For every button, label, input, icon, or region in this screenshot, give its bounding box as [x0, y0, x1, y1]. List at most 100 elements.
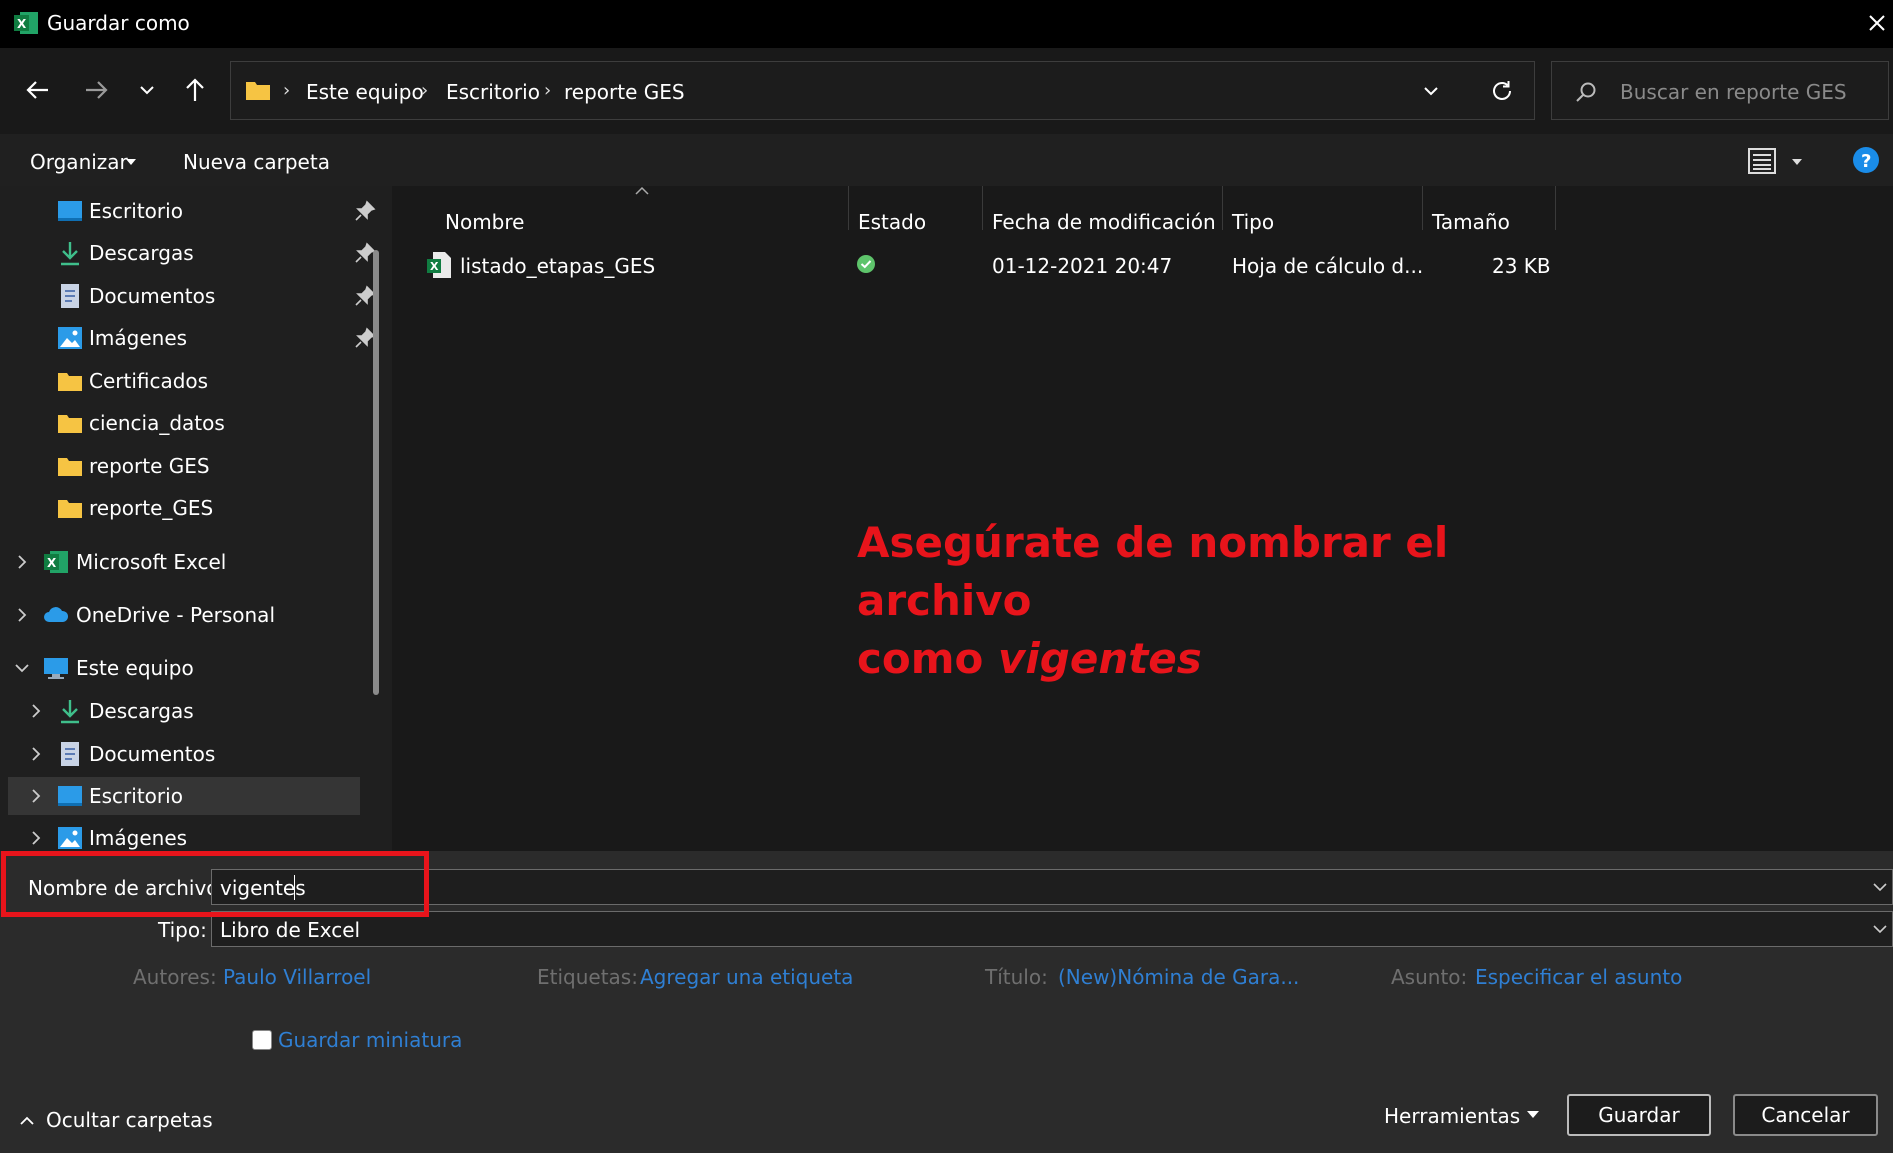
sidebar-item-escritorio[interactable]: Escritorio — [20, 192, 380, 230]
document-icon — [61, 742, 79, 766]
sidebar-item-imagenes[interactable]: Imágenes — [20, 319, 380, 357]
close-icon — [1869, 15, 1885, 31]
up-button[interactable] — [175, 70, 215, 110]
chevron-down-icon — [1873, 883, 1887, 892]
refresh-button[interactable] — [1489, 78, 1515, 104]
sidebar-item-reporte-ges-underscore[interactable]: reporte_GES — [20, 489, 380, 527]
forward-button[interactable] — [76, 70, 116, 110]
breadcrumb-reporte-ges[interactable]: reporte GES — [564, 80, 685, 104]
folder-icon — [58, 373, 82, 391]
save-thumbnail-checkbox[interactable] — [252, 1030, 272, 1050]
breadcrumb-escritorio[interactable]: Escritorio — [446, 80, 540, 104]
desktop-icon — [58, 786, 82, 806]
authors-value[interactable]: Paulo Villarroel — [223, 965, 371, 989]
sidebar-scrollbar[interactable] — [373, 250, 379, 695]
sidebar-item-pc-descargas[interactable]: Descargas — [20, 692, 380, 730]
navigation-pane[interactable]: Escritorio Descargas Documentos Imágenes… — [0, 186, 392, 851]
breadcrumb-este-equipo[interactable]: Este equipo — [306, 80, 424, 104]
caret-down-icon — [126, 159, 136, 165]
filename-field[interactable]: vigentes — [211, 869, 1893, 905]
help-button[interactable]: ? — [1852, 146, 1880, 174]
chevron-right-icon — [32, 789, 41, 803]
subject-label: Asunto: — [1391, 965, 1468, 989]
pictures-icon — [58, 327, 82, 349]
table-row[interactable]: X listado_etapas_GES 01-12-2021 20:47 Ho… — [420, 244, 1560, 286]
sidebar-item-microsoft-excel[interactable]: X Microsoft Excel — [8, 543, 368, 581]
svg-text:?: ? — [1861, 151, 1871, 172]
annotation-emphasis: vigentes — [998, 634, 1202, 683]
help-icon: ? — [1853, 147, 1879, 173]
folder-icon — [58, 415, 82, 433]
authors-label: Autores: — [133, 965, 217, 989]
chevron-right-icon — [18, 608, 27, 622]
organize-button[interactable]: Organizar — [30, 150, 128, 174]
svg-text:X: X — [17, 17, 27, 31]
file-size: 23 KB — [1492, 254, 1551, 278]
recent-locations-button[interactable] — [127, 70, 167, 110]
back-button[interactable] — [18, 70, 58, 110]
cloud-icon — [44, 607, 69, 622]
column-header-date[interactable]: Fecha de modificación — [992, 210, 1216, 234]
filename-highlight-box — [1, 851, 429, 917]
file-date: 01-12-2021 20:47 — [992, 254, 1173, 278]
title-bar — [0, 0, 1893, 48]
subject-value[interactable]: Especificar el asunto — [1475, 965, 1682, 989]
sidebar-item-este-equipo[interactable]: Este equipo — [8, 649, 368, 687]
view-options-button[interactable] — [1748, 148, 1776, 174]
annotation-line-2: como vigentes — [857, 634, 1202, 683]
arrow-right-icon — [86, 81, 108, 99]
tags-label: Etiquetas: — [537, 965, 638, 989]
save-thumbnail-label[interactable]: Guardar miniatura — [278, 1028, 462, 1052]
chevron-right-icon — [18, 555, 27, 569]
close-button[interactable] — [1862, 8, 1892, 38]
tools-button[interactable]: Herramientas — [1384, 1104, 1520, 1128]
address-history-button[interactable] — [1421, 81, 1441, 101]
sidebar-item-reporte-ges[interactable]: reporte GES — [20, 447, 380, 485]
breadcrumb-separator-icon: › — [544, 80, 552, 101]
sidebar-item-pc-documentos[interactable]: Documentos — [20, 735, 380, 773]
sidebar-item-pc-imagenes[interactable]: Imágenes — [20, 819, 380, 851]
new-folder-button[interactable]: Nueva carpeta — [183, 150, 330, 174]
sidebar-item-descargas[interactable]: Descargas — [20, 234, 380, 272]
synced-status-icon — [857, 255, 875, 273]
column-header-size[interactable]: Tamaño — [1432, 210, 1510, 234]
search-input[interactable]: Buscar en reporte GES — [1620, 80, 1847, 104]
column-divider[interactable] — [1555, 186, 1556, 230]
svg-text:X: X — [430, 260, 439, 273]
chevron-up-icon — [20, 1116, 34, 1125]
chevron-right-icon — [32, 831, 41, 845]
column-header-status[interactable]: Estado — [858, 210, 926, 234]
chevron-right-icon — [32, 747, 41, 761]
sidebar-item-pc-escritorio[interactable]: Escritorio — [8, 777, 360, 815]
search-box[interactable]: Buscar en reporte GES — [1551, 61, 1889, 120]
sidebar-item-documentos[interactable]: Documentos — [20, 277, 380, 315]
document-icon — [61, 284, 79, 308]
chevron-down-icon — [140, 86, 154, 95]
column-divider[interactable] — [1222, 186, 1223, 230]
sidebar-item-ciencia-datos[interactable]: ciencia_datos — [20, 404, 380, 442]
download-icon — [61, 242, 79, 266]
folder-icon — [246, 82, 270, 100]
column-header-type[interactable]: Tipo — [1232, 210, 1274, 234]
tags-value[interactable]: Agregar una etiqueta — [640, 965, 853, 989]
arrow-up-icon — [186, 78, 204, 101]
folder-icon — [58, 500, 82, 518]
column-divider[interactable] — [848, 186, 849, 230]
title-value[interactable]: (New)Nómina de Gara... — [1058, 965, 1299, 989]
column-divider[interactable] — [1422, 186, 1423, 230]
pictures-icon — [58, 827, 82, 849]
column-header-name[interactable]: Nombre — [445, 210, 524, 234]
folder-icon — [58, 458, 82, 476]
cancel-button[interactable]: Cancelar — [1733, 1094, 1878, 1136]
caret-down-icon — [1527, 1111, 1539, 1118]
address-bar[interactable]: › Este equipo › Escritorio › reporte GES — [230, 61, 1535, 120]
breadcrumb-separator-icon: › — [421, 80, 429, 101]
save-button[interactable]: Guardar — [1567, 1094, 1711, 1136]
column-divider[interactable] — [982, 186, 983, 230]
excel-icon: X — [44, 551, 68, 573]
sidebar-item-certificados[interactable]: Certificados — [20, 362, 380, 400]
title-label: Título: — [985, 965, 1048, 989]
sidebar-item-onedrive[interactable]: OneDrive - Personal — [8, 596, 368, 634]
filetype-select[interactable]: Libro de Excel — [211, 911, 1893, 947]
refresh-icon — [1493, 81, 1511, 100]
